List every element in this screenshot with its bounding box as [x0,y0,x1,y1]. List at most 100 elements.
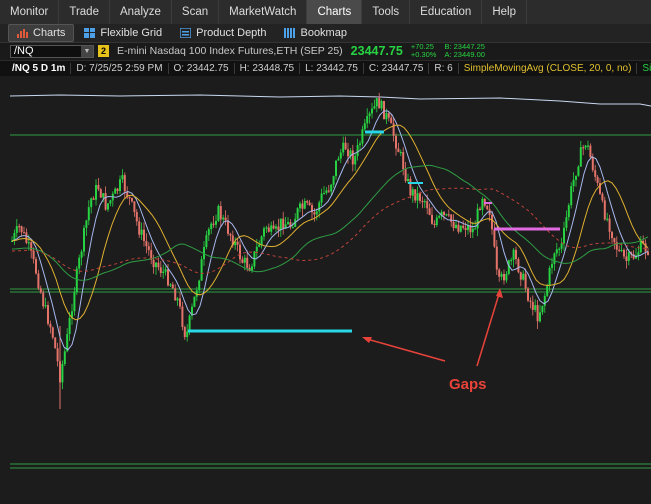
candle-body [114,188,117,194]
menu-monitor[interactable]: Monitor [0,0,60,24]
symbol-input[interactable]: /NQ ▼ [10,44,94,58]
candlestick-chart[interactable] [0,76,651,499]
candle-body [279,218,282,231]
candle-body [546,285,549,296]
candle-body [356,145,359,157]
candle-body [339,152,342,159]
candle-body [193,296,196,307]
candle-body [133,201,136,213]
candle-body [421,200,424,203]
menu-trade[interactable]: Trade [59,0,110,24]
candle-body [109,200,112,204]
grid-icon [84,28,96,38]
candle-body [531,301,534,310]
candle-body [25,232,28,243]
bookmap-button[interactable]: Bookmap [276,25,354,41]
candle-body [200,259,203,281]
candle-body [591,157,594,171]
candle-body [587,145,589,147]
study-sma-1-label[interactable]: SimpleMovingAvg (CLOSE, 20, 0, no) [459,63,638,74]
candle-body [119,179,121,191]
candle-body [95,184,97,200]
candle-body [78,257,81,269]
candle-body [47,305,49,324]
candle-body [143,229,145,241]
candle-body [54,337,57,349]
candle-body [524,273,527,289]
symbol-dropdown-icon[interactable]: ▼ [81,45,93,57]
menu-charts[interactable]: Charts [307,0,363,24]
candle-body [474,228,477,230]
depth-icon [179,27,192,39]
menu-marketwatch[interactable]: MarketWatch [219,0,308,24]
candle-body [383,101,385,120]
candle-body [303,201,306,209]
candle-body [452,221,455,229]
study-sma-2-label[interactable]: SimpleMovingAvg [637,63,651,74]
candle-body [527,288,529,301]
menu-analyze[interactable]: Analyze [110,0,172,24]
candle-body [447,214,450,216]
candle-body [371,108,373,114]
candle-body [423,201,426,203]
chart-info-bar: /NQ 5 D 1m D: 7/25/25 2:59 PM O: 23442.7… [0,60,651,77]
product-depth-button[interactable]: Product Depth [172,25,274,41]
candle-body [287,222,289,225]
candle-body [121,175,124,180]
link-group-badge[interactable]: 2 [98,45,109,57]
menu-help[interactable]: Help [482,0,527,24]
candle-body [227,220,229,234]
price-chart-area[interactable]: Gaps [0,76,651,499]
candle-body [596,176,599,184]
candle-body [335,160,337,177]
candle-body [416,193,419,201]
candle-body [128,197,131,199]
candle-body [73,292,76,312]
candle-body [618,249,621,251]
candle-body [572,179,575,187]
candle-body [61,363,64,383]
candle-body [560,243,563,249]
candle-body [426,201,429,209]
candle-body [541,305,544,313]
candle-body [320,193,323,203]
candle-body [260,236,263,245]
candle-body [529,300,532,302]
candle-body [97,184,100,190]
candle-body [131,198,133,202]
menu-education[interactable]: Education [410,0,483,24]
main-menu-bar: Monitor Trade Analyze Scan MarketWatch C… [0,0,651,25]
candle-body [241,259,244,263]
candle-body [23,232,25,234]
upper-band-line [9,94,651,107]
candle-body [318,202,321,212]
menu-tools[interactable]: Tools [362,0,411,24]
candle-body [459,225,462,232]
candle-body [455,224,457,229]
candle-body [433,223,436,226]
sma-green-line [11,164,649,281]
candle-body [555,249,558,254]
candle-body [351,150,354,165]
charts-tab-button[interactable]: Charts [8,24,75,42]
candle-body [347,149,349,157]
bar-open: O: 23442.75 [169,63,235,74]
candle-body [205,235,208,248]
candle-body [323,192,325,195]
flexible-grid-button[interactable]: Flexible Grid [76,25,170,41]
candles-group [11,92,649,409]
candle-body [462,225,465,228]
symbol-period-label[interactable]: /NQ 5 D 1m [0,63,72,74]
candle-body [378,98,381,109]
candle-body [20,226,23,233]
candle-body [431,214,433,224]
candle-body [457,224,460,232]
candle-body [176,298,179,301]
candle-body [301,203,304,209]
candle-body [625,256,628,261]
candle-body [169,284,172,286]
candle-body [291,227,294,229]
menu-scan[interactable]: Scan [172,0,220,24]
candle-body [181,306,184,328]
candle-body [167,269,169,286]
